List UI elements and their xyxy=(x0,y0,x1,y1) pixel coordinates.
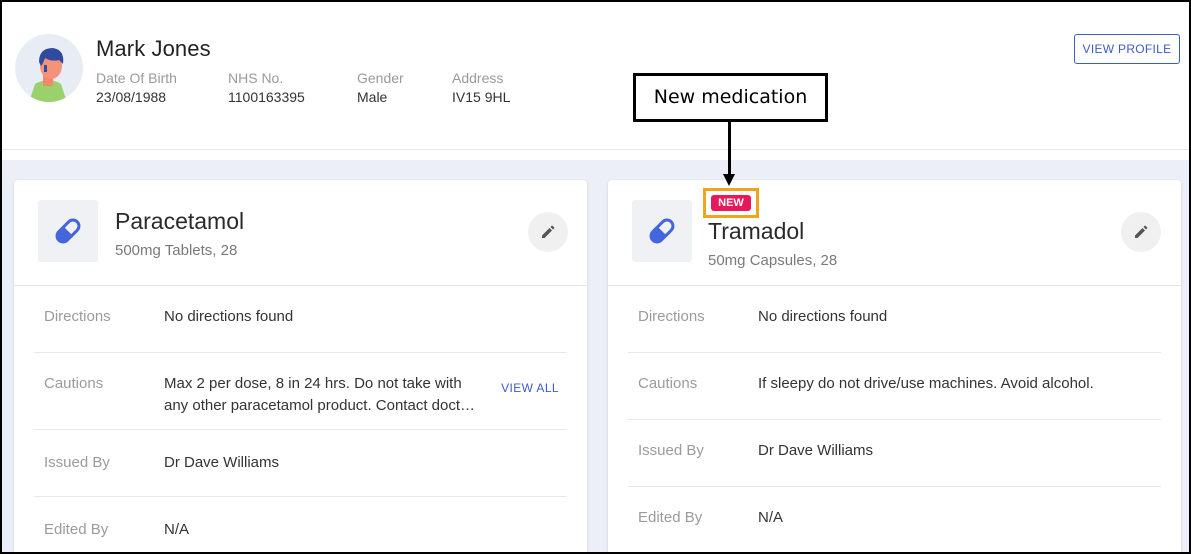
medication-name: Tramadol xyxy=(708,218,805,244)
row-label: Issued By xyxy=(44,454,110,471)
medication-detail: 500mg Tablets, 28 xyxy=(115,242,238,259)
gender-value: Male xyxy=(357,89,388,105)
row-value: No directions found xyxy=(164,308,294,325)
row-value: N/A xyxy=(758,509,784,526)
row-label: Cautions xyxy=(638,375,698,392)
annotation-arrow-line xyxy=(728,122,731,176)
directions-row: Directions No directions found xyxy=(34,286,567,353)
pencil-icon xyxy=(542,225,555,238)
pill-capsule-icon xyxy=(38,200,98,262)
caution-line: Max 2 per dose, 8 in 24 hrs. Do not take… xyxy=(164,375,462,392)
annotation-arrow-head-icon xyxy=(723,174,735,186)
gender-field: Gender Male xyxy=(357,70,404,105)
patient-header: Mark Jones Date Of Birth 23/08/1988 NHS … xyxy=(2,2,1189,150)
card-header: Paracetamol 500mg Tablets, 28 xyxy=(14,180,587,286)
card-header: Tramadol 50mg Capsules, 28 xyxy=(608,180,1181,286)
edit-button[interactable] xyxy=(1121,212,1161,252)
caution-line: any other paracetamol product. Contact d… xyxy=(164,397,476,414)
row-label: Issued By xyxy=(638,442,704,459)
row-label: Directions xyxy=(638,308,705,325)
medication-detail: 50mg Capsules, 28 xyxy=(708,252,838,269)
row-value: N/A xyxy=(164,521,190,538)
pill-capsule-icon xyxy=(632,200,692,262)
nhs-label: NHS No. xyxy=(228,70,284,86)
row-value: If sleepy do not drive/use machines. Avo… xyxy=(758,375,1094,392)
row-value: No directions found xyxy=(758,308,888,325)
row-value: Max 2 per dose, 8 in 24 hrs. Do not take… xyxy=(164,373,504,417)
issued-by-row: Issued By Dr Dave Williams xyxy=(628,420,1161,487)
address-label: Address xyxy=(452,70,504,86)
edited-by-row: Edited By N/A xyxy=(628,487,1161,552)
app-window: Mark Jones Date Of Birth 23/08/1988 NHS … xyxy=(0,0,1191,554)
dob-value: 23/08/1988 xyxy=(96,89,167,105)
address-field: Address IV15 9HL xyxy=(452,70,510,105)
cautions-row: Cautions If sleepy do not drive/use mach… xyxy=(628,353,1161,420)
issued-by-row: Issued By Dr Dave Williams xyxy=(34,430,567,497)
medication-card-tramadol: Tramadol 50mg Capsules, 28 Directions No… xyxy=(608,180,1181,552)
nhs-field: NHS No. 1100163395 xyxy=(228,70,305,105)
pencil-icon xyxy=(1135,225,1148,238)
row-value: Dr Dave Williams xyxy=(164,454,280,471)
dob-label: Date Of Birth xyxy=(96,70,177,86)
row-value: Dr Dave Williams xyxy=(758,442,874,459)
person-avatar-icon xyxy=(15,34,83,102)
medication-name: Paracetamol xyxy=(115,208,245,234)
nhs-value: 1100163395 xyxy=(228,89,305,105)
edit-button[interactable] xyxy=(528,212,568,252)
row-label: Cautions xyxy=(44,375,104,392)
dob-field: Date Of Birth 23/08/1988 xyxy=(96,70,177,105)
view-profile-button[interactable]: VIEW PROFILE xyxy=(1074,34,1180,64)
new-badge: NEW xyxy=(711,195,751,211)
patient-name: Mark Jones xyxy=(96,36,211,61)
gender-label: Gender xyxy=(357,70,404,86)
row-label: Edited By xyxy=(44,521,109,538)
annotation-callout: New medication xyxy=(633,73,828,122)
new-badge-highlight: NEW xyxy=(703,188,759,218)
view-all-link[interactable]: VIEW ALL xyxy=(501,381,559,395)
medication-card-paracetamol: Paracetamol 500mg Tablets, 28 Directions… xyxy=(14,180,587,552)
row-label: Edited By xyxy=(638,509,703,526)
row-label: Directions xyxy=(44,308,111,325)
address-value: IV15 9HL xyxy=(452,89,511,105)
directions-row: Directions No directions found xyxy=(628,286,1161,353)
cautions-row: Cautions Max 2 per dose, 8 in 24 hrs. Do… xyxy=(34,353,567,430)
edited-by-row: Edited By N/A xyxy=(34,497,567,552)
